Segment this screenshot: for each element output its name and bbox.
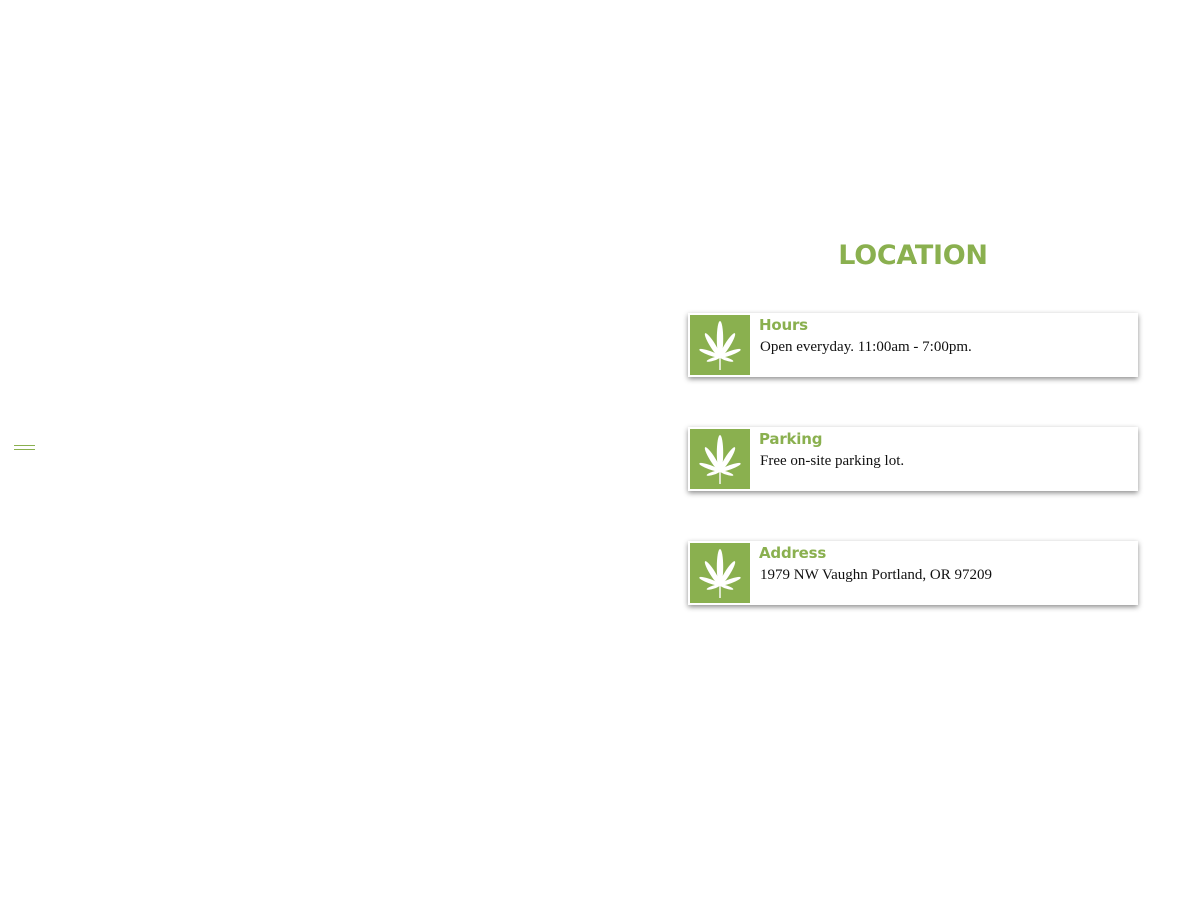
menu-bar	[14, 445, 35, 447]
hours-card: Hours Open everyday. 11:00am - 7:00pm.	[688, 313, 1138, 377]
hours-title: Hours	[759, 316, 808, 334]
hamburger-menu-icon[interactable]	[14, 445, 36, 455]
hours-text: Open everyday. 11:00am - 7:00pm.	[760, 339, 972, 355]
parking-title: Parking	[759, 430, 823, 448]
address-text: 1979 NW Vaughn Portland, OR 97209	[760, 567, 992, 583]
cannabis-leaf-icon	[690, 543, 750, 603]
location-title: LOCATION	[838, 240, 988, 271]
address-title: Address	[759, 544, 827, 562]
cannabis-leaf-icon	[690, 315, 750, 375]
parking-card: Parking Free on-site parking lot.	[688, 427, 1138, 491]
cannabis-leaf-icon	[690, 429, 750, 489]
address-card: Address 1979 NW Vaughn Portland, OR 9720…	[688, 541, 1138, 605]
parking-text: Free on-site parking lot.	[760, 453, 905, 469]
menu-bar	[14, 449, 35, 451]
location-cards: Hours Open everyday. 11:00am - 7:00pm. P…	[688, 313, 1138, 655]
